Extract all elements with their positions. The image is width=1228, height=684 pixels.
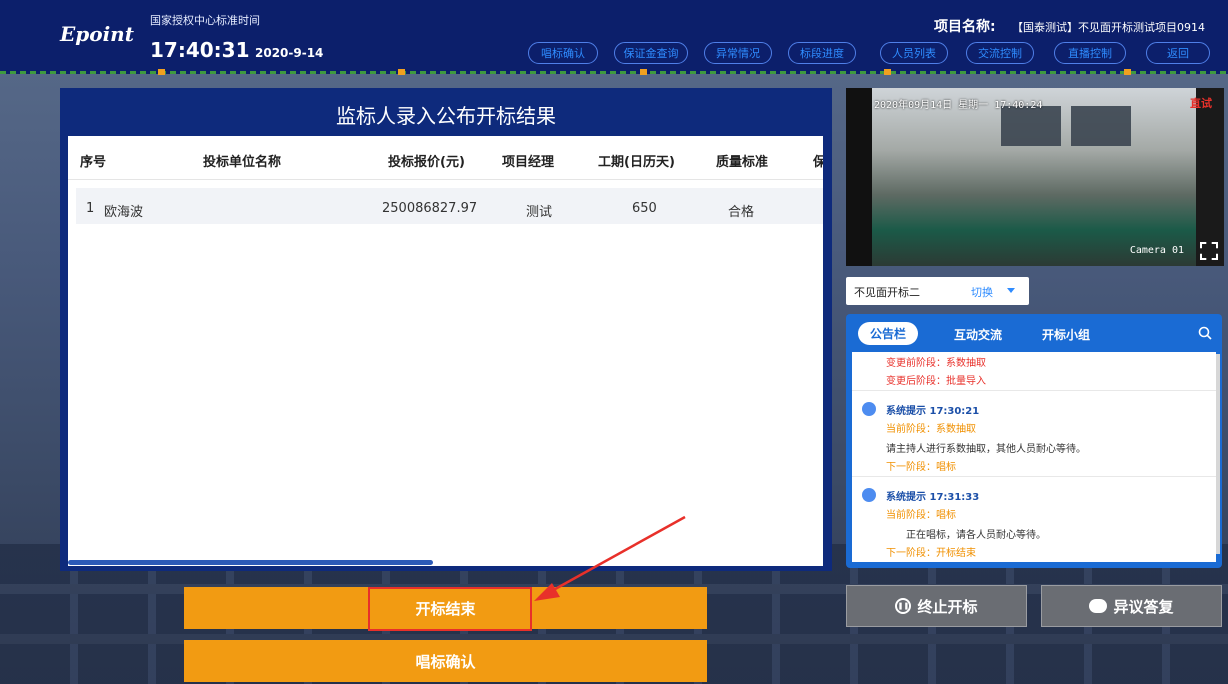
col-price: 投标报价(元) <box>388 155 465 170</box>
nav-personnel-list[interactable]: 人员列表 <box>880 42 948 64</box>
project-label: 项目名称: <box>934 19 996 35</box>
nav-sing-confirm[interactable]: 唱标确认 <box>528 42 598 64</box>
clock: 17:40:31 <box>150 38 250 62</box>
nav-deposit-query[interactable]: 保证金查询 <box>614 42 688 64</box>
tab-interaction[interactable]: 互动交流 <box>954 326 1002 343</box>
avatar <box>862 402 876 416</box>
cell-manager: 测试 <box>526 205 553 220</box>
annotation-arrow-icon <box>534 515 686 601</box>
col-bidder: 投标单位名称 <box>203 155 282 170</box>
bulletin-messages: 变更前阶段：系数抽取 变更后阶段：批量导入 系统提示 17:30:21 当前阶段… <box>852 352 1216 562</box>
col-duration: 工期(日历天) <box>598 155 675 170</box>
bulletin-panel: 公告栏 互动交流 开标小组 变更前阶段：系数抽取 变更后阶段：批量导入 系统提示… <box>846 314 1222 568</box>
cell-quality: 合格 <box>728 205 755 220</box>
header-divider <box>0 71 1228 74</box>
switch-button[interactable]: 切换 <box>971 284 993 300</box>
camera-label: Camera 01 <box>1129 245 1184 256</box>
avatar <box>862 488 876 502</box>
tab-bidding-group[interactable]: 开标小组 <box>1042 326 1090 343</box>
msg-title: 系统提示 17:31:33 <box>886 492 980 503</box>
stage-before: 变更前阶段：系数抽取 <box>886 358 986 369</box>
tab-bulletin[interactable]: 公告栏 <box>858 322 919 345</box>
cell-price: 250086827.97 <box>382 201 478 216</box>
objection-reply-label: 异议答复 <box>1113 597 1174 616</box>
stage-after: 变更后阶段：批量导入 <box>886 376 986 387</box>
nav-back[interactable]: 返回 <box>1146 42 1210 64</box>
msg-current: 当前阶段：系数抽取 <box>886 424 976 435</box>
bulletin-scrollbar[interactable] <box>1216 354 1220 554</box>
room-selector-value: 不见面开标二 <box>854 286 920 299</box>
top-header: Epoint 国家授权中心标准时间 17:40:31 2020-9-14 项目名… <box>0 0 1228 75</box>
date: 2020-9-14 <box>255 46 324 60</box>
highlight-box <box>368 587 532 631</box>
msg-next: 下一阶段：开标结束 <box>886 548 976 559</box>
stop-bidding-button[interactable]: ❚❚ 终止开标 <box>846 585 1027 627</box>
time-source-label: 国家授权中心标准时间 <box>150 14 260 27</box>
objection-reply-button[interactable]: 异议答复 <box>1041 585 1222 627</box>
msg-title: 系统提示 17:30:21 <box>886 406 980 417</box>
nav-exceptions[interactable]: 异常情况 <box>704 42 772 64</box>
nav-chat-control[interactable]: 交流控制 <box>966 42 1034 64</box>
msg-body: 请主持人进行系数抽取，其他人员耐心等待。 <box>886 444 1086 455</box>
epoint-logo: Epoint <box>60 22 134 46</box>
camera-video[interactable]: 2020年09月14日 星期一 17:40:24 直试 Camera 01 <box>846 88 1224 266</box>
pause-icon: ❚❚ <box>895 598 912 614</box>
cell-index: 1 <box>86 201 95 216</box>
msg-next: 下一阶段：唱标 <box>886 462 956 473</box>
horizontal-scrollbar[interactable] <box>68 560 433 565</box>
panel-title: 监标人录入公布开标结果 <box>336 104 556 128</box>
search-icon[interactable] <box>1198 326 1212 340</box>
col-index: 序号 <box>80 155 107 170</box>
table-row[interactable]: 1 欧海波 250086827.97 测试 650 合格 <box>76 188 823 224</box>
video-osd: 2020年09月14日 星期一 17:40:24 <box>874 100 1043 111</box>
rec-badge: 直试 <box>1190 97 1212 110</box>
chat-icon <box>1089 599 1108 613</box>
nav-live-control[interactable]: 直播控制 <box>1054 42 1126 64</box>
results-panel: 监标人录入公布开标结果 序号 投标单位名称 投标报价(元) 项目经理 工期(日历… <box>60 88 832 571</box>
nav-section-progress[interactable]: 标段进度 <box>788 42 856 64</box>
col-manager: 项目经理 <box>502 155 555 170</box>
cell-bidder: 欧海波 <box>104 205 144 220</box>
msg-current: 当前阶段：唱标 <box>886 510 956 521</box>
chevron-down-icon[interactable] <box>1007 288 1015 293</box>
msg-body: 正在唱标，请各人员耐心等待。 <box>906 530 1046 541</box>
confirm-bidding-button[interactable]: 唱标确认 <box>184 640 707 682</box>
col-deposit: 保 <box>813 155 823 170</box>
col-quality: 质量标准 <box>716 155 769 170</box>
results-table: 序号 投标单位名称 投标报价(元) 项目经理 工期(日历天) 质量标准 保 1 … <box>68 136 823 566</box>
table-header: 序号 投标单位名称 投标报价(元) 项目经理 工期(日历天) 质量标准 保 <box>68 136 823 180</box>
cell-duration: 650 <box>632 201 657 216</box>
project-name: 【国泰测试】不见面开标测试项目0914 <box>1012 21 1205 34</box>
stop-bidding-label: 终止开标 <box>917 597 978 616</box>
room-selector[interactable]: 不见面开标二 切换 <box>846 277 1029 305</box>
